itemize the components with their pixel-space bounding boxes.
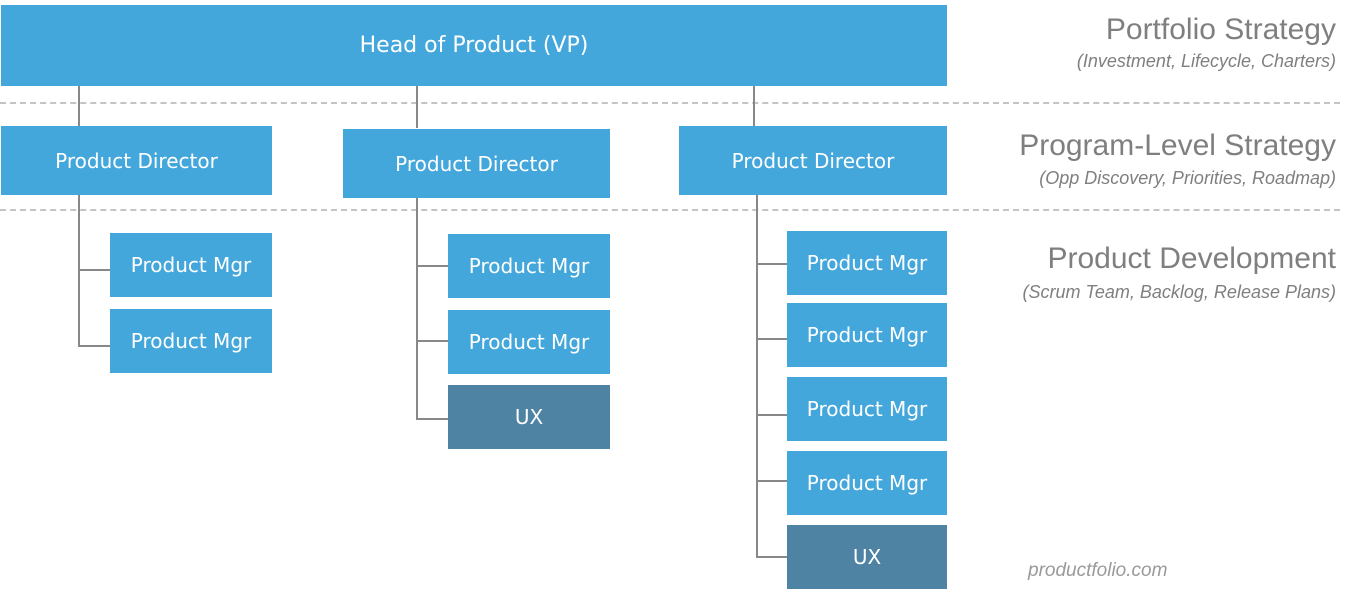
- connector: [416, 86, 418, 128]
- product-mgr-box: Product Mgr: [787, 231, 947, 295]
- connector: [416, 340, 448, 342]
- connector: [756, 480, 788, 482]
- product-director-box-2: Product Director: [343, 129, 610, 198]
- level-subtitle-development: (Scrum Team, Backlog, Release Plans): [1022, 282, 1336, 302]
- connector: [756, 263, 788, 265]
- level-title-portfolio: Portfolio Strategy: [1105, 13, 1336, 46]
- connector: [78, 345, 110, 347]
- level-subtitle-portfolio: (Investment, Lifecycle, Charters): [1076, 51, 1336, 71]
- product-mgr-box: Product Mgr: [787, 303, 947, 367]
- product-mgr-box: Product Mgr: [448, 234, 610, 298]
- level-separator-2: [0, 209, 1340, 211]
- connector: [78, 86, 80, 126]
- level-separator-1: [0, 102, 1340, 104]
- connector: [416, 265, 448, 267]
- connector: [416, 418, 448, 420]
- level-title-program: Program-Level Strategy: [1019, 129, 1336, 162]
- product-mgr-box: Product Mgr: [448, 310, 610, 374]
- connector: [78, 269, 110, 271]
- credit-text: productfolio.com: [1028, 560, 1168, 581]
- connector: [756, 556, 788, 558]
- level-subtitle-program: (Opp Discovery, Priorities, Roadmap): [1039, 168, 1336, 188]
- connector: [756, 195, 758, 557]
- connector: [416, 198, 418, 420]
- connector: [753, 86, 755, 126]
- head-of-product-box: Head of Product (VP): [1, 5, 947, 86]
- product-mgr-box: Product Mgr: [787, 377, 947, 441]
- product-mgr-box: Product Mgr: [787, 451, 947, 515]
- connector: [756, 338, 788, 340]
- product-mgr-box: Product Mgr: [110, 233, 272, 297]
- connector: [78, 195, 80, 347]
- level-title-development: Product Development: [1047, 242, 1337, 275]
- product-director-box-3: Product Director: [679, 126, 947, 195]
- ux-box: UX: [448, 385, 610, 449]
- ux-box: UX: [787, 525, 947, 589]
- product-mgr-box: Product Mgr: [110, 309, 272, 373]
- product-director-box-1: Product Director: [1, 126, 272, 195]
- connector: [756, 414, 788, 416]
